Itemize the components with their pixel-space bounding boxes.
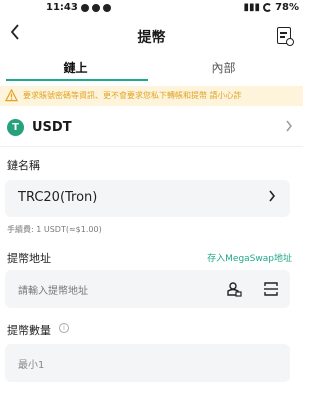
warning-text: 要求賬號密碼等資訊、更不會要求您私下轉帳和提幣 請小心詐 (23, 91, 242, 100)
chain-select[interactable]: TRC20(Tron) (5, 180, 290, 217)
signal-icon: ▮▮▮ (243, 2, 261, 13)
tab-internal[interactable]: 內部 (148, 59, 299, 76)
coin-selector[interactable]: T USDT (0, 112, 303, 144)
address-book-icon[interactable] (226, 281, 242, 297)
address-label: 提幣地址 (7, 252, 51, 265)
notification-icon (80, 3, 89, 12)
record-icon[interactable] (277, 27, 294, 46)
battery-icon (263, 3, 273, 12)
chevron-right-icon (285, 120, 293, 136)
divider (0, 146, 303, 147)
amount-label: 提幣數量 (7, 324, 51, 337)
amount-placeholder: 最小1 (18, 360, 45, 371)
warning-icon (5, 89, 18, 102)
notification-icon (91, 3, 100, 12)
tab-bar: 鏈上 內部 (0, 55, 303, 83)
status-right: ▮▮▮ 78% (244, 2, 299, 13)
battery-percent: 78% (275, 2, 299, 13)
usdt-icon: T (7, 119, 24, 136)
page-title: 提幣 (137, 30, 166, 46)
chain-value: TRC20(Tron) (18, 190, 98, 205)
amount-input[interactable]: 最小1 (5, 344, 290, 382)
status-time: 11:43 (46, 2, 78, 13)
chevron-right-icon (268, 189, 276, 207)
warning-banner: 要求賬號密碼等資訊、更不會要求您私下轉帳和提幣 請小心詐 (0, 86, 303, 106)
chain-label: 鏈名稱 (7, 159, 40, 172)
fee-text: 手續費: 1 USDT(≈$1.00) (7, 225, 102, 234)
save-address-link[interactable]: 存入MegaSwap地址 (207, 251, 292, 264)
nav-bar: 提幣 (0, 18, 303, 52)
active-tab-indicator (6, 79, 148, 81)
info-icon[interactable]: i (59, 323, 69, 333)
address-input[interactable]: 請輸入提幣地址 (5, 270, 290, 308)
notification-icon (102, 3, 111, 12)
tab-onchain[interactable]: 鏈上 (0, 59, 151, 76)
status-bar: 11:43 ▮▮▮ 78% (0, 0, 303, 16)
coin-name: USDT (32, 120, 72, 135)
scan-icon[interactable] (263, 281, 279, 297)
address-placeholder: 請輸入提幣地址 (18, 286, 88, 297)
status-left: 11:43 (46, 2, 111, 13)
